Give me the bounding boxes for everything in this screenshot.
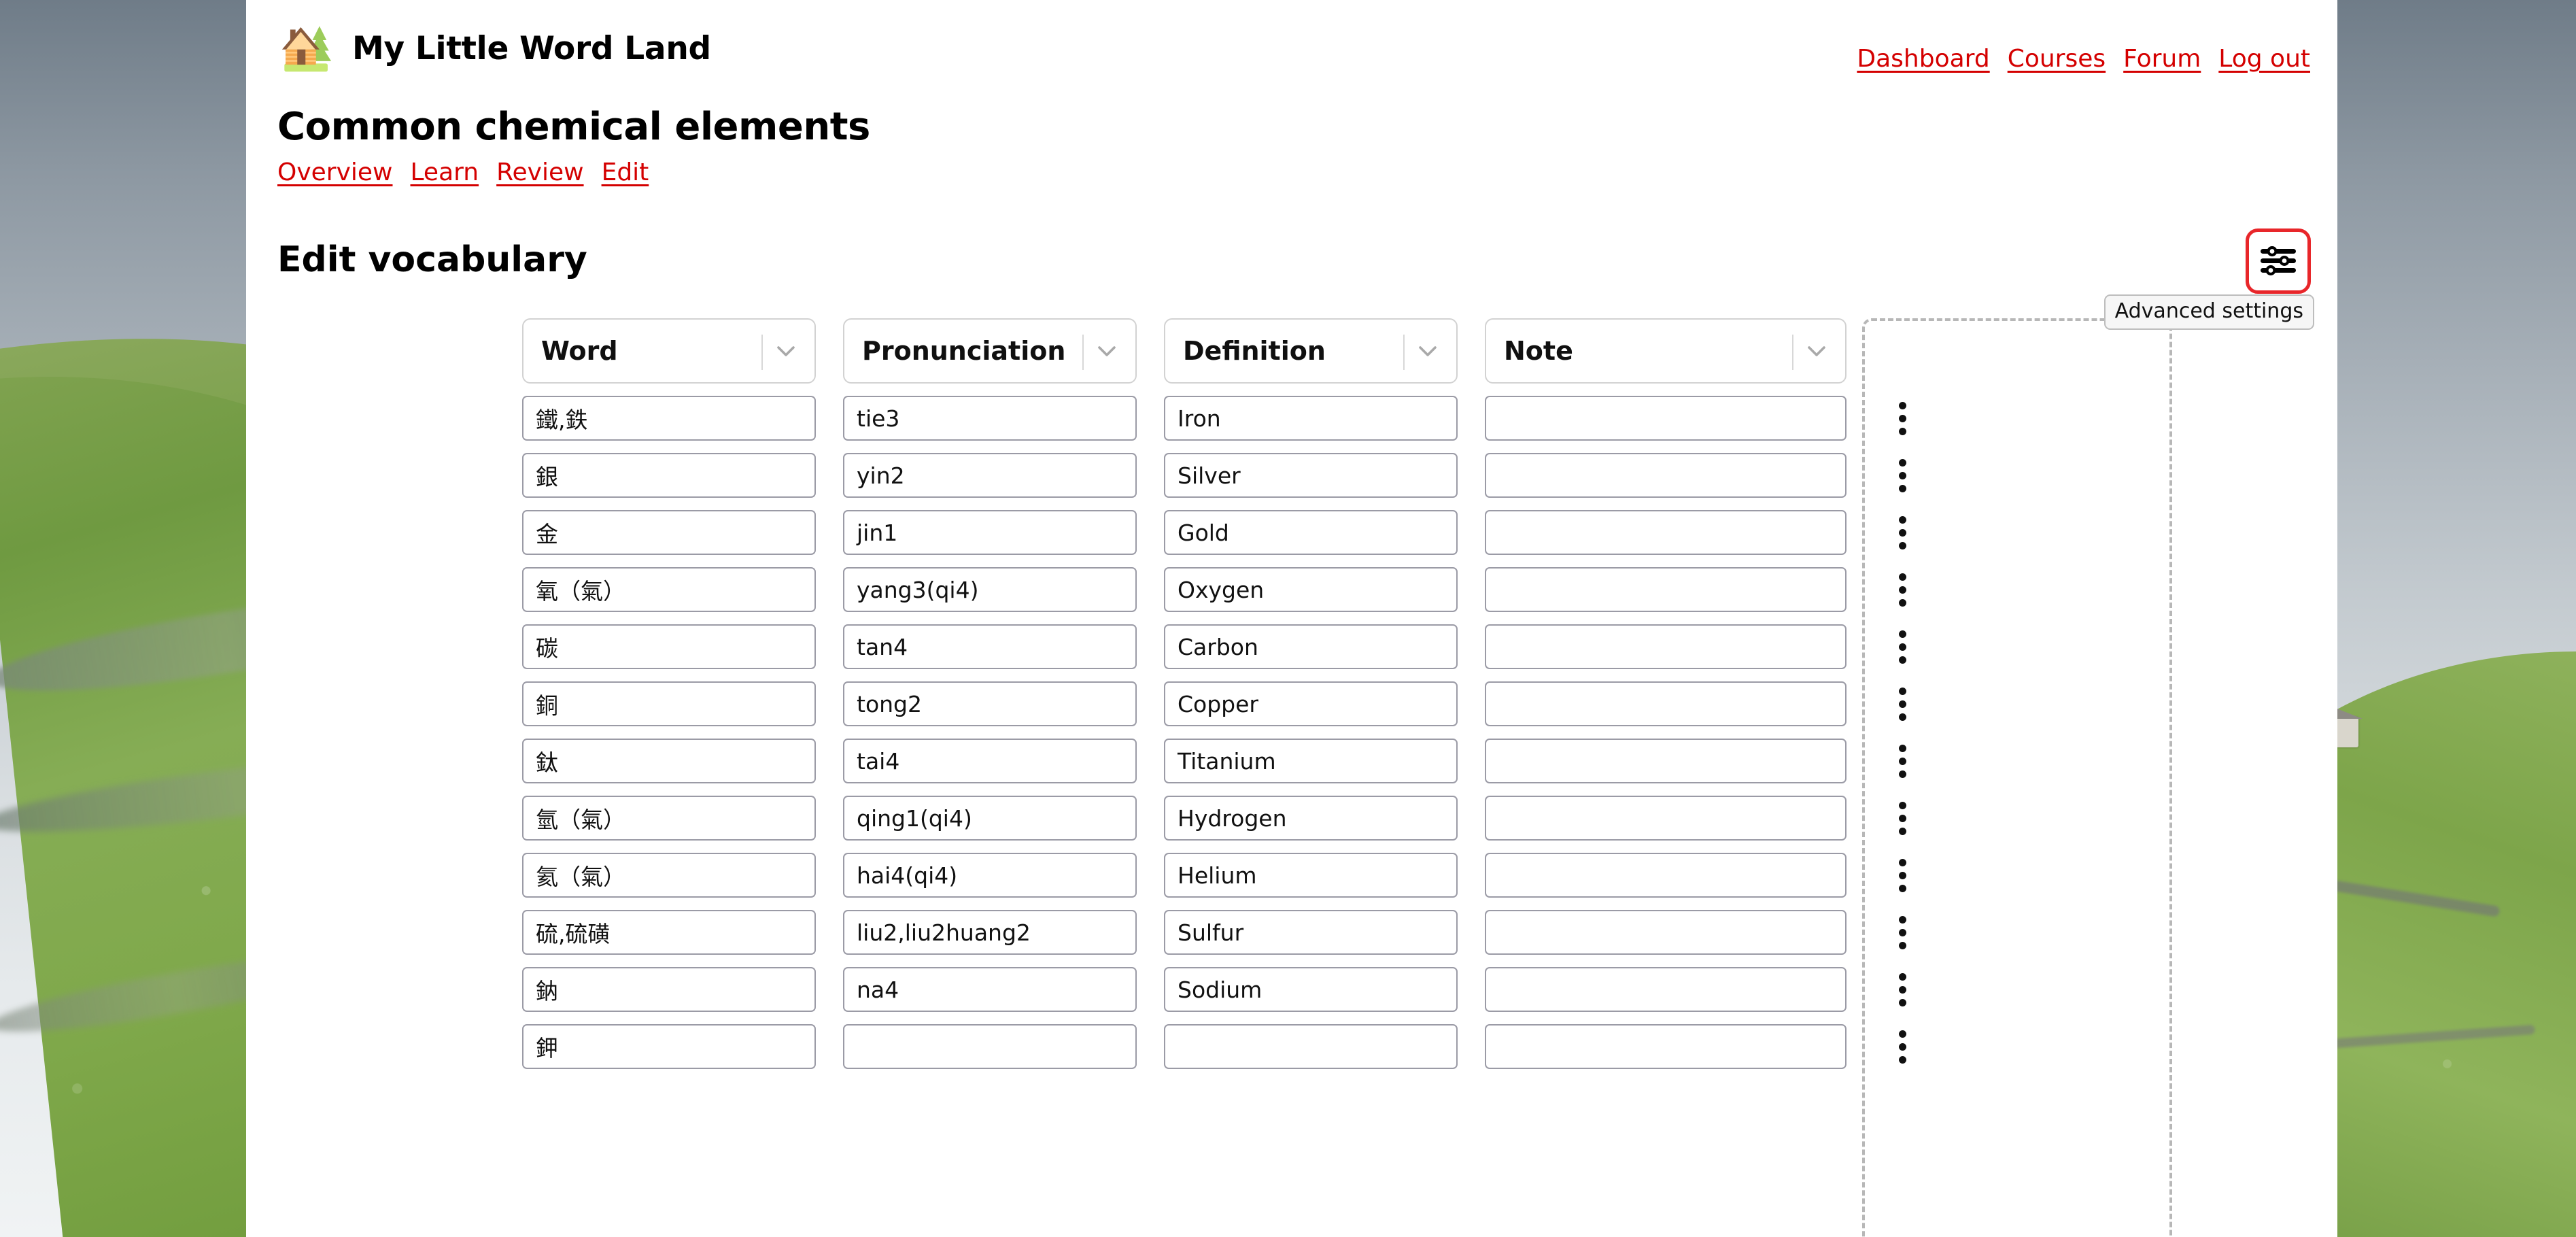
section-header: Edit vocabulary Advanced settings (246, 228, 2337, 330)
cell-pronunciation[interactable]: yin2 (843, 453, 1137, 498)
nav-courses[interactable]: Courses (2008, 45, 2106, 73)
cell-pronunciation[interactable]: tan4 (843, 624, 1137, 669)
cell-definition[interactable]: Gold (1164, 510, 1458, 555)
cell-definition[interactable]: Oxygen (1164, 567, 1458, 612)
cell-word[interactable]: 鈦 (522, 739, 816, 783)
cell-word[interactable]: 氫（氣） (522, 796, 816, 841)
cell-definition[interactable]: Carbon (1164, 624, 1458, 669)
page-card: My Little Word Land Dashboard Courses Fo… (246, 0, 2337, 1237)
main-nav: Dashboard Courses Forum Log out (1857, 45, 2310, 73)
tab-overview[interactable]: Overview (277, 158, 393, 186)
cell-note[interactable] (1485, 510, 1847, 555)
page-title: Common chemical elements (277, 105, 870, 149)
chevron-down-icon[interactable] (1417, 340, 1439, 362)
nav-dashboard[interactable]: Dashboard (1857, 45, 1989, 73)
cell-note[interactable] (1485, 681, 1847, 726)
cell-definition[interactable]: Helium (1164, 853, 1458, 898)
cell-pronunciation[interactable]: tong2 (843, 681, 1137, 726)
cell-definition[interactable] (1164, 1024, 1458, 1069)
brand[interactable]: My Little Word Land (277, 19, 711, 78)
course-tabs: Overview Learn Review Edit (277, 158, 2337, 186)
cell-note[interactable] (1485, 1024, 1847, 1069)
column-header-word-label: Word (541, 336, 618, 366)
column-header-divider (761, 335, 763, 370)
cell-note[interactable] (1485, 739, 1847, 783)
cell-note[interactable] (1485, 796, 1847, 841)
cell-note[interactable] (1485, 853, 1847, 898)
cell-note[interactable] (1485, 910, 1847, 955)
cell-note[interactable] (1485, 567, 1847, 612)
cell-note[interactable] (1485, 967, 1847, 1012)
cell-pronunciation[interactable]: tie3 (843, 396, 1137, 441)
cell-word[interactable]: 銅 (522, 681, 816, 726)
column-header-divider (1082, 335, 1084, 370)
cell-definition[interactable]: Sodium (1164, 967, 1458, 1012)
cell-note[interactable] (1485, 453, 1847, 498)
sliders-icon (2259, 243, 2297, 279)
cell-definition[interactable]: Titanium (1164, 739, 1458, 783)
cell-note[interactable] (1485, 624, 1847, 669)
cell-word[interactable]: 金 (522, 510, 816, 555)
tab-learn[interactable]: Learn (411, 158, 479, 186)
cell-word[interactable]: 硫,硫磺 (522, 910, 816, 955)
chevron-down-icon[interactable] (1096, 340, 1118, 362)
column-header-definition-label: Definition (1183, 336, 1326, 366)
column-header-divider (1792, 335, 1793, 370)
nav-forum[interactable]: Forum (2123, 45, 2201, 73)
column-header-note[interactable]: Note (1485, 318, 1847, 384)
cell-pronunciation[interactable]: jin1 (843, 510, 1137, 555)
tab-edit[interactable]: Edit (602, 158, 649, 186)
tab-review[interactable]: Review (496, 158, 583, 186)
column-header-divider (1403, 335, 1405, 370)
cell-pronunciation[interactable]: yang3(qi4) (843, 567, 1137, 612)
cell-definition[interactable]: Iron (1164, 396, 1458, 441)
drop-zone-placeholder[interactable] (1862, 318, 2172, 1237)
cell-pronunciation[interactable]: liu2,liu2huang2 (843, 910, 1137, 955)
cell-word[interactable]: 氧（氣） (522, 567, 816, 612)
chevron-down-icon[interactable] (775, 340, 797, 362)
cell-definition[interactable]: Copper (1164, 681, 1458, 726)
cell-pronunciation[interactable]: tai4 (843, 739, 1137, 783)
cell-pronunciation[interactable]: qing1(qi4) (843, 796, 1137, 841)
advanced-settings-button[interactable]: Advanced settings (2103, 228, 2314, 330)
cell-word[interactable]: 鉀 (522, 1024, 816, 1069)
cell-word[interactable]: 銀 (522, 453, 816, 498)
cell-word[interactable]: 氦（氣） (522, 853, 816, 898)
brand-title: My Little Word Land (352, 29, 711, 67)
cell-pronunciation[interactable]: hai4(qi4) (843, 853, 1137, 898)
advanced-settings-tooltip: Advanced settings (2103, 294, 2314, 330)
cell-pronunciation[interactable] (843, 1024, 1137, 1069)
site-header: My Little Word Land Dashboard Courses Fo… (246, 0, 2337, 80)
nav-logout[interactable]: Log out (2218, 45, 2310, 73)
cell-definition[interactable]: Hydrogen (1164, 796, 1458, 841)
cell-note[interactable] (1485, 396, 1847, 441)
column-header-word[interactable]: Word (522, 318, 816, 384)
cell-word[interactable]: 鐵,鉄 (522, 396, 816, 441)
column-header-pronunciation-label: Pronunciation (862, 336, 1066, 366)
section-title: Edit vocabulary (277, 239, 587, 280)
cell-pronunciation[interactable]: na4 (843, 967, 1137, 1012)
column-header-note-label: Note (1504, 336, 1573, 366)
cell-word[interactable]: 碳 (522, 624, 816, 669)
cell-definition[interactable]: Sulfur (1164, 910, 1458, 955)
chevron-down-icon[interactable] (1806, 340, 1827, 362)
column-header-definition[interactable]: Definition (1164, 318, 1458, 384)
cabin-house-icon (277, 19, 336, 78)
vocabulary-table: Word Pronunciation Definition Note 鐵,鉄 t… (522, 318, 2337, 1237)
cell-definition[interactable]: Silver (1164, 453, 1458, 498)
column-header-pronunciation[interactable]: Pronunciation (843, 318, 1137, 384)
cell-word[interactable]: 鈉 (522, 967, 816, 1012)
